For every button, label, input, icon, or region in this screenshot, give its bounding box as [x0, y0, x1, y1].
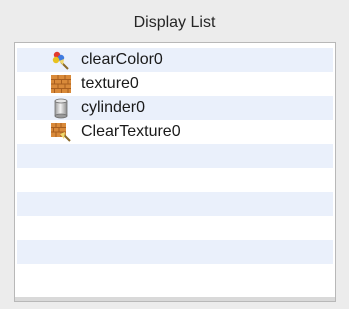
list-item-label: texture0: [81, 75, 139, 92]
texture-icon: [50, 73, 72, 95]
list-empty-row: [17, 192, 333, 216]
list-item-label: ClearTexture0: [81, 123, 181, 140]
list-empty-row: [17, 264, 333, 288]
cylinder-icon: [50, 97, 72, 119]
list-item-label: clearColor0: [81, 51, 163, 68]
list-item-label: cylinder0: [81, 99, 146, 116]
list-item-clearcolor0[interactable]: clearColor0: [17, 48, 333, 72]
list-bottom-edge: [15, 297, 335, 301]
clear-color-icon: [50, 49, 72, 71]
list-item-texture0[interactable]: texture0: [17, 72, 333, 96]
list-empty-row: [17, 144, 333, 168]
clear-texture-icon: [50, 121, 72, 143]
list-empty-row: [17, 240, 333, 264]
panel-title: Display List: [133, 14, 216, 31]
list-item-cylinder0[interactable]: cylinder0: [17, 96, 333, 120]
list-empty-row: [17, 216, 333, 240]
display-list[interactable]: clearColor0 texture0 cylinder0 ClearText…: [14, 42, 336, 302]
list-item-cleartexture0[interactable]: ClearTexture0: [17, 120, 333, 144]
list-empty-row: [17, 168, 333, 192]
